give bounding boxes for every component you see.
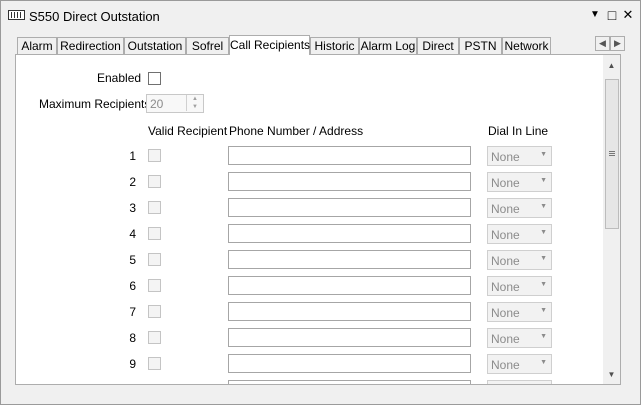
tab-alarm-log[interactable]: Alarm Log	[359, 37, 417, 54]
valid-recipient-header: Valid Recipient	[148, 124, 228, 138]
dial-in-line-select[interactable]: None ▼	[487, 172, 552, 192]
dial-in-line-select[interactable]: None ▼	[487, 224, 552, 244]
call-recipients-panel: Enabled Maximum Recipients 20 ▲ ▼ Valid …	[15, 54, 621, 385]
valid-recipient-checkbox[interactable]	[148, 201, 161, 214]
enabled-label: Enabled	[97, 71, 142, 85]
maximum-recipients-value: 20	[150, 97, 164, 111]
dial-in-line-value: None	[491, 280, 520, 294]
scroll-up-icon[interactable]: ▲	[603, 57, 620, 74]
dial-in-line-value: None	[491, 306, 520, 320]
dial-in-line-value: None	[491, 254, 520, 268]
dial-in-line-select[interactable]: None ▼	[487, 328, 552, 348]
phone-number-input[interactable]	[228, 276, 471, 295]
dial-in-line-select[interactable]: None ▼	[487, 302, 552, 322]
tab-call-recipients[interactable]: Call Recipients	[229, 35, 310, 55]
dial-in-line-value: None	[491, 150, 520, 164]
dropdown-arrow-icon: ▼	[540, 255, 547, 262]
dropdown-arrow-icon: ▼	[540, 177, 547, 184]
scroll-down-icon[interactable]: ▼	[603, 366, 620, 383]
phone-number-input[interactable]	[228, 224, 471, 243]
phone-number-input[interactable]	[228, 146, 471, 165]
phone-number-input[interactable]	[228, 198, 471, 217]
dropdown-arrow-icon: ▼	[540, 151, 547, 158]
phone-number-input[interactable]	[228, 354, 471, 373]
enabled-checkbox[interactable]	[148, 72, 161, 85]
maximize-button[interactable]: □	[604, 7, 620, 23]
valid-recipient-checkbox[interactable]	[148, 149, 161, 162]
phone-number-header: Phone Number / Address	[229, 124, 364, 138]
row-number: 4	[129, 227, 136, 241]
maximum-recipients-spinner[interactable]: 20 ▲ ▼	[146, 94, 204, 113]
spin-down-icon[interactable]: ▼	[186, 103, 203, 111]
maximum-recipients-label: Maximum Recipients	[39, 97, 151, 111]
valid-recipient-checkbox[interactable]	[148, 305, 161, 318]
row-number: 5	[129, 253, 136, 267]
row-number: 6	[129, 279, 136, 293]
valid-recipient-checkbox[interactable]	[148, 227, 161, 240]
dial-in-line-header: Dial In Line	[488, 124, 549, 138]
app-icon	[8, 10, 25, 20]
row-number: 3	[129, 201, 136, 215]
row-number: 2	[129, 175, 136, 189]
dropdown-arrow-icon: ▼	[540, 307, 547, 314]
row-number: 7	[129, 305, 136, 319]
phone-number-input[interactable]	[228, 302, 471, 321]
phone-number-input[interactable]	[228, 328, 471, 347]
row-number: 1	[129, 149, 136, 163]
dropdown-arrow-icon: ▼	[540, 203, 547, 210]
tab-historic[interactable]: Historic	[310, 37, 359, 54]
phone-number-input[interactable]	[228, 380, 471, 384]
dial-in-line-value: None	[491, 358, 520, 372]
dropdown-arrow-icon: ▼	[540, 359, 547, 366]
tab-scroll-left-icon[interactable]: ◀	[595, 36, 610, 51]
tab-redirection[interactable]: Redirection	[57, 37, 124, 54]
dial-in-line-value: None	[491, 202, 520, 216]
dial-in-line-value: None	[491, 332, 520, 346]
dial-in-line-select[interactable]: None ▼	[487, 146, 552, 166]
tab-sofrel[interactable]: Sofrel	[186, 37, 229, 54]
dial-in-line-select[interactable]: None ▼	[487, 276, 552, 296]
title-bar[interactable]: S550 Direct Outstation ▼ □ ✕	[1, 1, 640, 29]
window-title: S550 Direct Outstation	[29, 9, 160, 24]
row-number: 9	[129, 357, 136, 371]
phone-number-input[interactable]	[228, 250, 471, 269]
dial-in-line-select[interactable]	[487, 380, 552, 384]
tab-scroll-right-icon[interactable]: ▶	[610, 36, 625, 51]
tab-outstation[interactable]: Outstation	[124, 37, 186, 54]
spin-up-icon[interactable]: ▲	[186, 95, 203, 103]
valid-recipient-checkbox[interactable]	[148, 279, 161, 292]
window: S550 Direct Outstation ▼ □ ✕ Alarm Redir…	[0, 0, 641, 405]
dial-in-line-value: None	[491, 228, 520, 242]
dropdown-arrow-icon: ▼	[540, 281, 547, 288]
phone-number-input[interactable]	[228, 172, 471, 191]
dial-in-line-value: None	[491, 176, 520, 190]
dropdown-arrow-icon: ▼	[540, 229, 547, 236]
valid-recipient-checkbox[interactable]	[148, 331, 161, 344]
dropdown-arrow-icon: ▼	[540, 333, 547, 340]
valid-recipient-checkbox[interactable]	[148, 253, 161, 266]
close-button[interactable]: ✕	[620, 7, 636, 23]
valid-recipient-checkbox[interactable]	[148, 357, 161, 370]
vertical-scrollbar[interactable]: ▲ ▼	[603, 55, 620, 384]
dial-in-line-select[interactable]: None ▼	[487, 198, 552, 218]
valid-recipient-checkbox[interactable]	[148, 175, 161, 188]
tab-direct[interactable]: Direct	[417, 37, 459, 54]
row-number: 8	[129, 331, 136, 345]
scrollbar-thumb[interactable]	[605, 79, 619, 229]
tab-network[interactable]: Network	[502, 37, 551, 54]
dial-in-line-select[interactable]: None ▼	[487, 354, 552, 374]
window-menu-button[interactable]: ▼	[587, 7, 603, 23]
dial-in-line-select[interactable]: None ▼	[487, 250, 552, 270]
tab-pstn[interactable]: PSTN	[459, 37, 502, 54]
tab-alarm[interactable]: Alarm	[17, 37, 57, 54]
